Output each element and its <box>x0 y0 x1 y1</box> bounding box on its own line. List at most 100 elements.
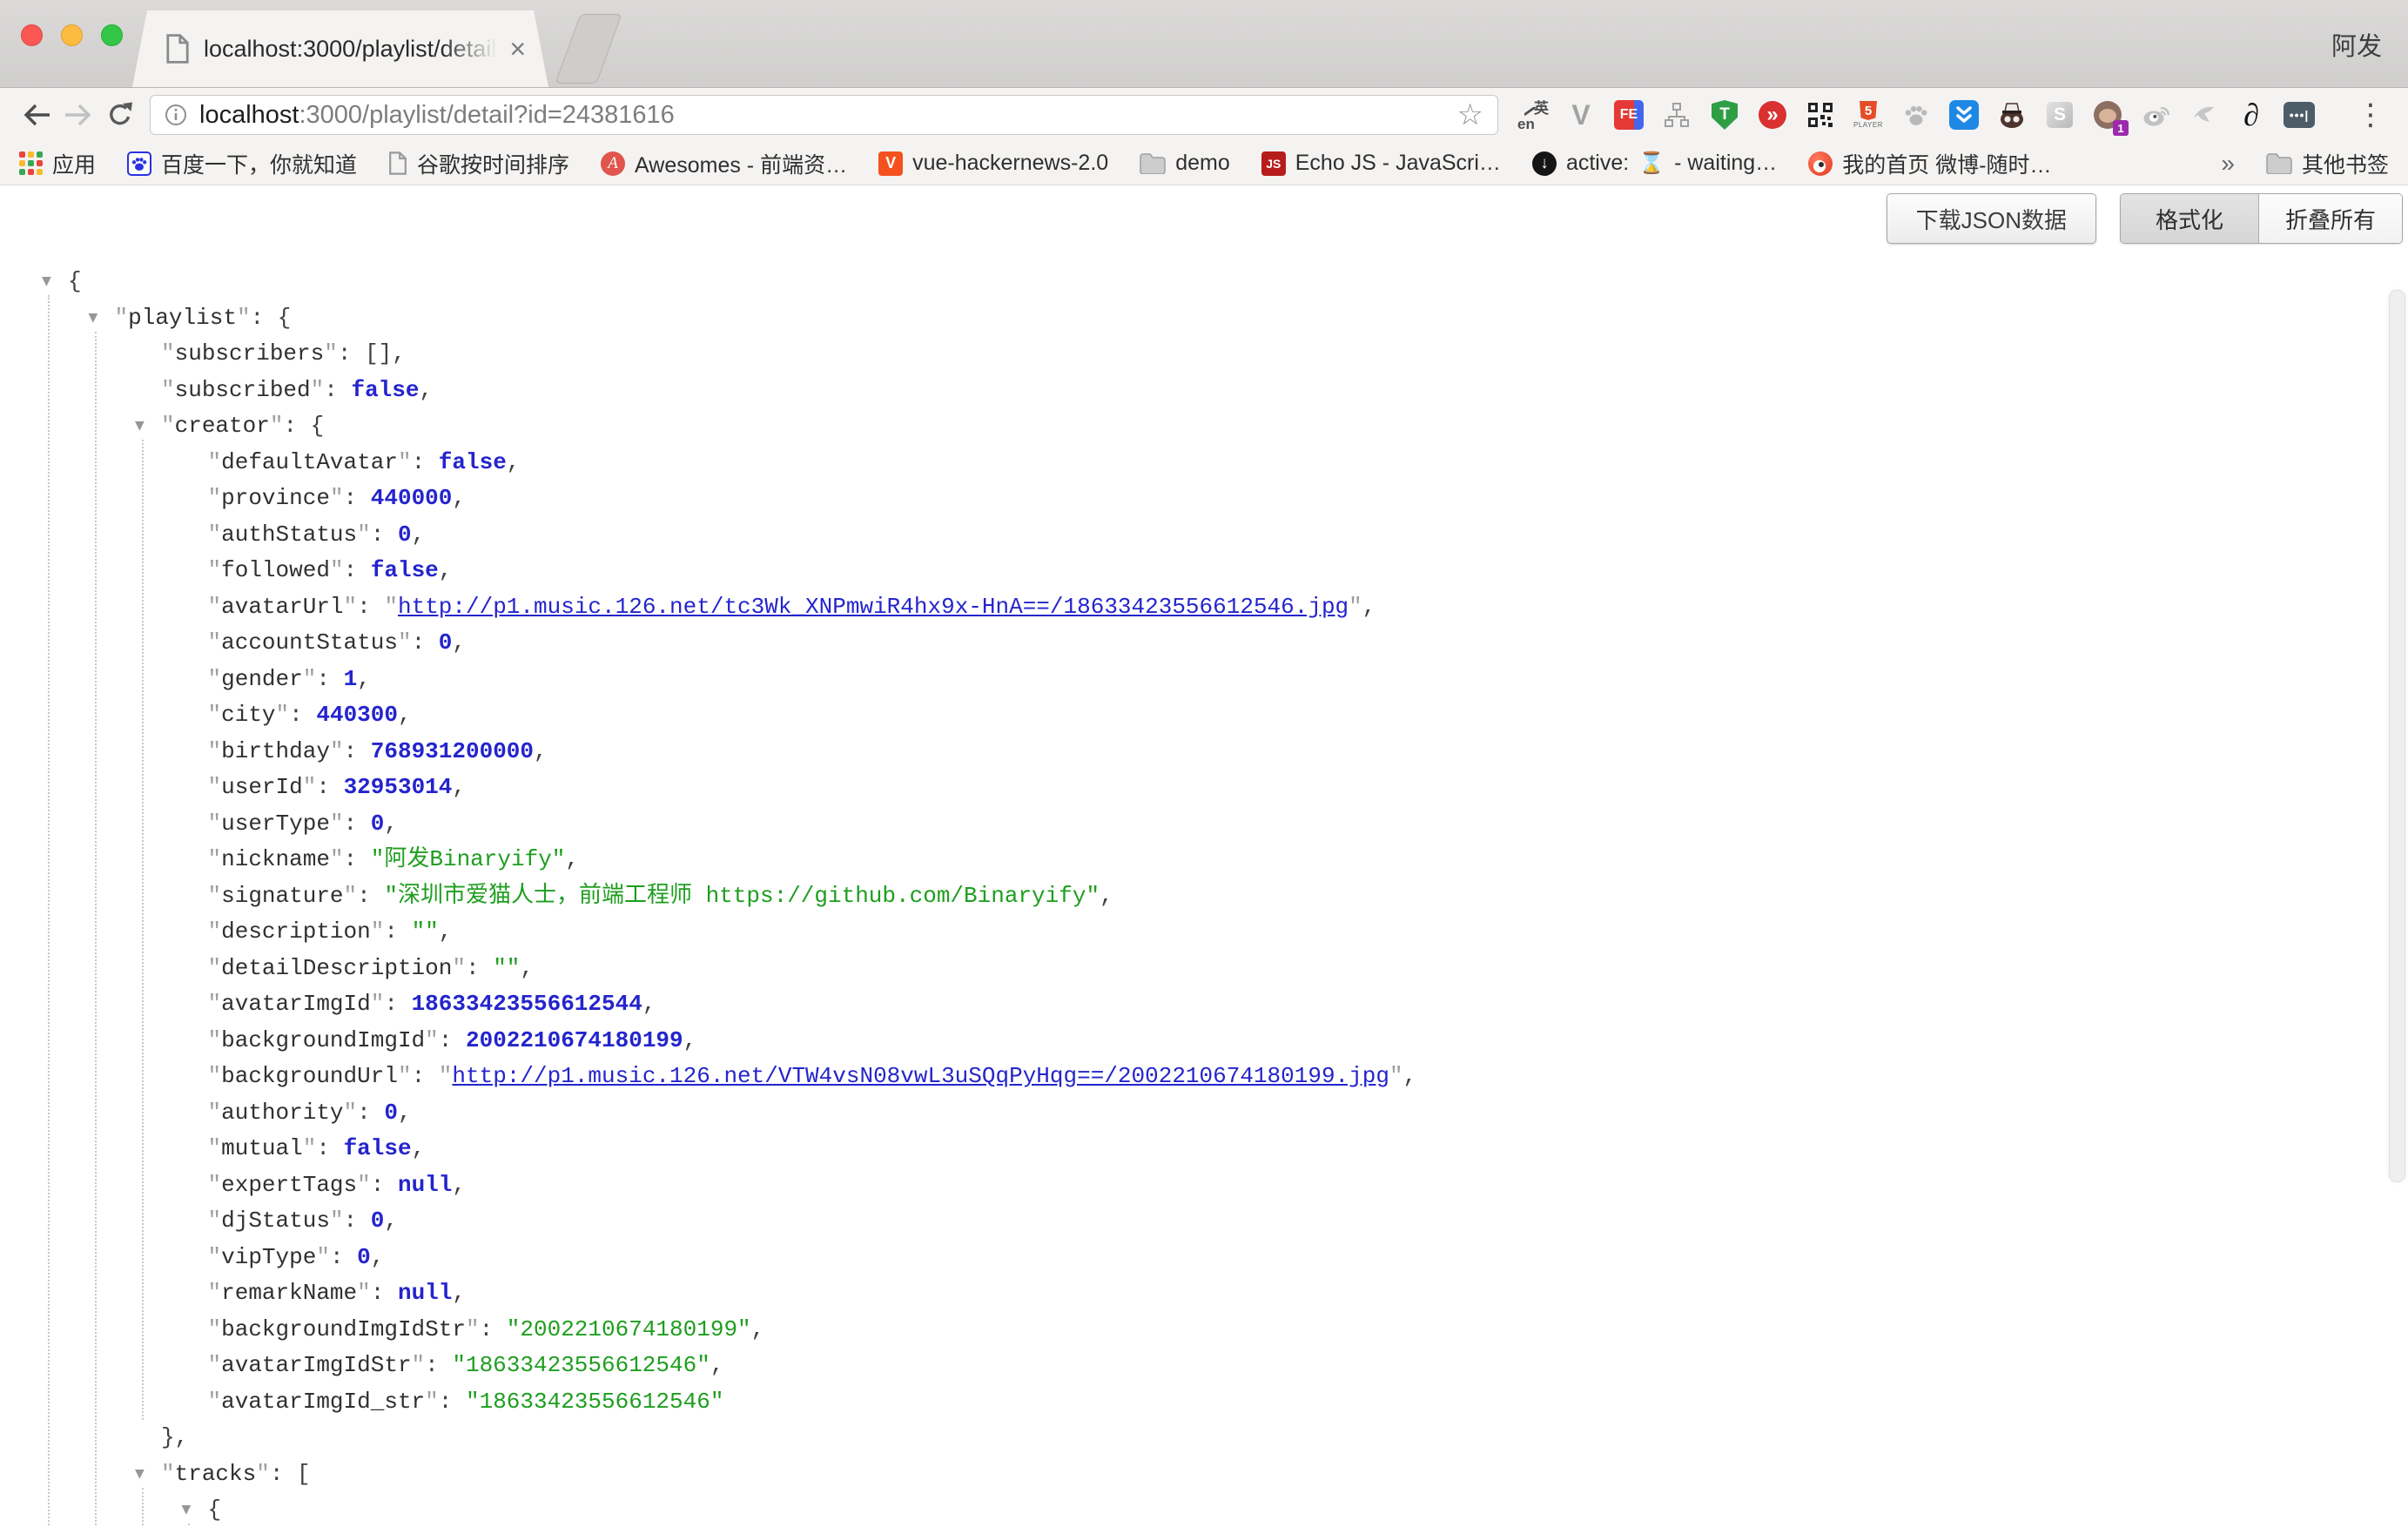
json-token: " <box>371 918 385 945</box>
bookmark-download-status[interactable]: ↓ active: ⌛ - waiting… <box>1532 151 1777 176</box>
json-token: avatarImgIdStr <box>221 1352 411 1378</box>
browser-tab[interactable]: localhost:3000/playlist/detail?i × <box>132 10 548 87</box>
collapse-toggle-icon[interactable]: ▼ <box>135 408 145 445</box>
json-token: " <box>208 774 222 800</box>
json-token: remarkName <box>221 1280 357 1306</box>
qrcode-extension-icon[interactable] <box>1805 98 1836 131</box>
json-token: signature <box>221 883 343 909</box>
video-speed-extension-icon[interactable]: » <box>1757 98 1788 131</box>
collapse-toggle-icon[interactable]: ▼ <box>42 264 51 300</box>
json-token: " <box>412 1352 426 1378</box>
json-token: " <box>311 377 325 403</box>
bookmark-demo-folder[interactable]: demo <box>1140 151 1230 176</box>
profile-name[interactable]: 阿发 <box>2331 26 2382 63</box>
d-extension-icon[interactable]: ∂ <box>2236 98 2267 131</box>
html5-player-extension-icon[interactable]: 5 PLAYER <box>1853 98 1884 131</box>
json-token: 440000 <box>371 485 453 511</box>
other-bookmarks-folder[interactable]: 其他书签 <box>2266 148 2389 179</box>
tab-close-icon[interactable]: × <box>509 35 526 63</box>
tab-bar: localhost:3000/playlist/detail?i × 阿发 <box>0 0 2408 88</box>
json-token: city <box>221 702 275 728</box>
browser-menu-icon[interactable]: ⋮ <box>2356 98 2385 132</box>
new-tab-button[interactable] <box>555 14 622 84</box>
page-info-icon[interactable] <box>165 104 187 126</box>
sitemap-extension-icon[interactable] <box>1661 98 1692 131</box>
bookmark-label: 我的首页 微博-随时… <box>1842 148 2051 179</box>
collapse-toggle-icon[interactable]: ▼ <box>135 1456 145 1493</box>
json-token: " <box>208 738 222 764</box>
json-token: backgroundImgId <box>221 1027 425 1053</box>
bookmark-google-sorted[interactable]: 谷歌按时间排序 <box>388 148 569 179</box>
url-path: :3000/playlist/detail?id=24381616 <box>299 101 674 129</box>
json-token: " <box>237 305 251 331</box>
json-token: }, <box>161 1424 188 1450</box>
forward-button[interactable] <box>57 94 99 136</box>
bookmarks-overflow-icon[interactable]: » <box>2221 150 2235 178</box>
bookmark-baidu[interactable]: 百度一下，你就知道 <box>127 148 357 179</box>
paw-extension-icon[interactable] <box>1900 98 1932 131</box>
reload-button[interactable] <box>99 94 141 136</box>
json-token: : <box>412 449 439 475</box>
hummingbird-extension-icon[interactable] <box>2188 98 2219 131</box>
bookmark-weibo[interactable]: 我的首页 微博-随时… <box>1808 148 2051 179</box>
json-token: : <box>344 738 371 764</box>
json-token: userType <box>221 811 330 837</box>
close-window-button[interactable] <box>21 24 43 46</box>
json-token: "" <box>412 918 439 945</box>
incognito-extension-icon[interactable] <box>1996 98 2028 131</box>
bookmark-echo-js[interactable]: JS Echo JS - JavaScri… <box>1261 151 1501 176</box>
json-token: backgroundUrl <box>221 1063 398 1089</box>
tampermonkey-extension-icon[interactable]: 1 <box>2092 98 2123 131</box>
json-token: : <box>412 1063 439 1089</box>
json-token: " <box>208 702 222 728</box>
json-token: , <box>1100 883 1113 909</box>
json-token: , <box>1362 594 1376 620</box>
json-token: , <box>419 377 433 403</box>
json-token: backgroundImgIdStr <box>221 1316 466 1342</box>
downloader-extension-icon[interactable] <box>1948 98 1980 131</box>
weibo-flame-icon <box>1808 151 1833 176</box>
bookmark-apps[interactable]: 应用 <box>19 148 96 179</box>
zoom-window-button[interactable] <box>101 24 123 46</box>
json-token: { <box>208 1497 222 1523</box>
bookmark-star-icon[interactable]: ☆ <box>1457 100 1483 130</box>
json-token: , <box>1403 1063 1417 1089</box>
collapse-all-button[interactable]: 折叠所有 <box>2259 194 2402 243</box>
minimize-window-button[interactable] <box>61 24 83 46</box>
shield-extension-icon[interactable]: T <box>1709 98 1740 131</box>
json-token: detailDescription <box>221 955 452 981</box>
json-token: : <box>480 1316 507 1342</box>
json-token: : <box>371 521 398 548</box>
json-token: " <box>208 1207 222 1234</box>
s-extension-icon[interactable]: S <box>2044 98 2075 131</box>
collapse-toggle-icon[interactable]: ▼ <box>89 300 98 337</box>
fe-extension-icon[interactable]: FE <box>1613 98 1645 131</box>
json-link[interactable]: http://p1.music.126.net/VTW4vsN08vwL3uSQ… <box>452 1063 1389 1089</box>
json-token: avatarUrl <box>221 594 343 620</box>
json-token: : <box>289 702 316 728</box>
json-token: , <box>439 557 453 583</box>
format-button[interactable]: 格式化 <box>2121 194 2259 243</box>
vimium-extension-icon[interactable]: V <box>1565 98 1597 131</box>
json-token: : <box>466 955 493 981</box>
json-token: " <box>161 1461 175 1487</box>
json-link[interactable]: http://p1.music.126.net/tc3Wk_XNPmwiR4hx… <box>398 594 1349 620</box>
address-bar[interactable]: localhost:3000/playlist/detail?id=243816… <box>150 95 1498 135</box>
bookmark-awesomes[interactable]: A Awesomes - 前端资… <box>601 148 847 179</box>
json-token: , <box>384 1207 398 1234</box>
json-token: "2002210674180199" <box>507 1316 751 1342</box>
json-token: " <box>208 1063 222 1089</box>
json-token: " <box>303 774 317 800</box>
json-line: "backgroundImgIdStr": "2002210674180199"… <box>0 1312 2408 1349</box>
collapse-toggle-icon[interactable]: ▼ <box>182 1492 192 1527</box>
translate-extension-icon[interactable]: 英 en <box>1517 98 1549 131</box>
weibo-extension-icon[interactable] <box>2140 98 2171 131</box>
echo-js-icon: JS <box>1261 151 1286 176</box>
password-vault-extension-icon[interactable]: •••| <box>2284 98 2315 131</box>
url-text[interactable]: localhost:3000/playlist/detail?id=243816… <box>199 101 675 130</box>
back-button[interactable] <box>16 94 57 136</box>
json-token: : <box>344 811 371 837</box>
download-json-button[interactable]: 下载JSON数据 <box>1887 193 2096 244</box>
bookmark-vue-hackernews[interactable]: V vue-hackernews-2.0 <box>878 151 1108 176</box>
json-token: : [], <box>338 340 406 367</box>
